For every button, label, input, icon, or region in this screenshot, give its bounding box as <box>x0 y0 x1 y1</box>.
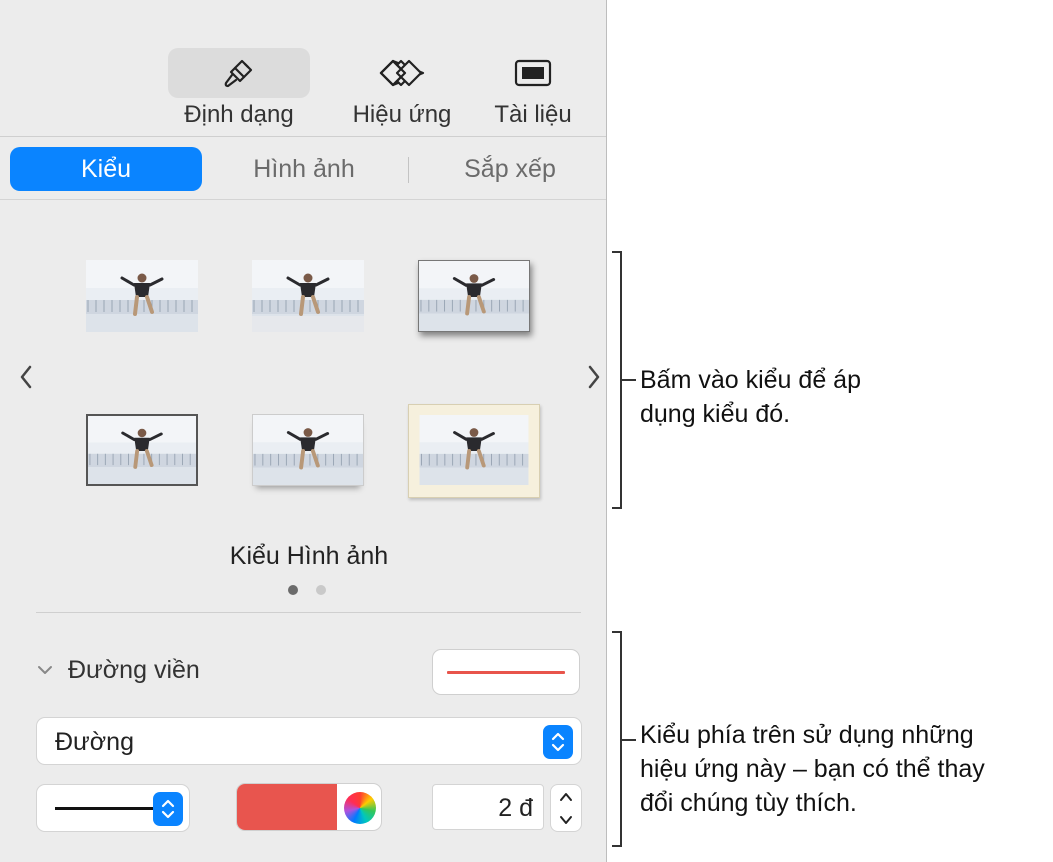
diamond-icon <box>340 48 464 98</box>
callout-bracket <box>612 251 622 509</box>
section-divider <box>0 199 606 200</box>
chevron-left-icon <box>20 365 32 389</box>
document-label: Tài liệu <box>494 101 572 128</box>
tab-style[interactable]: Kiểu <box>10 147 202 191</box>
callout-line: đổi chúng tùy thích. <box>640 789 857 817</box>
chevron-down-icon <box>38 666 52 674</box>
styles-title: Kiểu Hình ảnh <box>229 542 389 570</box>
updown-arrows-icon <box>543 725 573 759</box>
style-thumbnail[interactable] <box>418 260 530 332</box>
chevron-down-icon <box>560 816 572 824</box>
style-thumbnail[interactable] <box>86 260 198 332</box>
page-dot[interactable] <box>316 585 326 595</box>
line-style-select[interactable] <box>36 784 190 832</box>
format-sidebar: Định dạng Hiệu ứng Tài liệu Kiểu Hình ản… <box>0 0 607 862</box>
border-type-select[interactable]: Đường <box>36 717 582 765</box>
inspector-toolbar: Định dạng Hiệu ứng Tài liệu <box>0 0 606 137</box>
tab-image[interactable]: Hình ảnh <box>204 147 404 191</box>
format-label: Định dạng <box>184 101 294 128</box>
style-thumbnail[interactable] <box>252 414 364 486</box>
effects-button[interactable]: Hiệu ứng <box>340 48 464 134</box>
section-divider <box>36 612 581 613</box>
callout-leader <box>622 739 636 741</box>
border-label: Đường viền <box>68 655 200 684</box>
document-icon <box>480 48 586 98</box>
tab-arrange[interactable]: Sắp xếp <box>410 147 610 191</box>
chevron-up-icon <box>560 793 572 801</box>
page-dot-active[interactable] <box>288 585 298 595</box>
updown-arrows-icon <box>153 792 183 826</box>
callout-line: Bấm vào kiểu để áp <box>640 366 861 394</box>
callout-line: dụng kiểu đó. <box>640 400 791 428</box>
color-fill[interactable] <box>237 784 337 830</box>
previous-page-button[interactable] <box>14 360 38 394</box>
border-preview-line <box>447 671 565 674</box>
border-color-well[interactable] <box>236 783 382 831</box>
format-button[interactable]: Định dạng <box>168 48 310 134</box>
callout-line: Kiểu phía trên sử dụng những <box>640 721 974 749</box>
styles-callout: Bấm vào kiểu để áp dụng kiểu đó. <box>640 363 940 431</box>
tab-bar: Kiểu Hình ảnh Sắp xếp <box>10 147 596 191</box>
border-disclosure[interactable]: Đường viền <box>36 652 200 688</box>
border-type-value: Đường <box>55 728 134 756</box>
border-width-field[interactable]: 2 đ <box>432 784 544 830</box>
border-width-stepper[interactable] <box>550 784 582 832</box>
tab-separator <box>408 157 409 183</box>
callout-leader <box>622 379 636 381</box>
callout-line: hiệu ứng này – bạn có thể thay <box>640 755 985 783</box>
paintbrush-icon <box>168 48 310 98</box>
color-wheel-icon[interactable] <box>344 792 376 824</box>
line-style-preview <box>55 807 155 810</box>
callout-bracket <box>612 631 622 847</box>
effects-label: Hiệu ứng <box>352 101 452 128</box>
style-thumbnail[interactable] <box>408 404 540 498</box>
style-thumbnail[interactable] <box>252 260 364 332</box>
next-page-button[interactable] <box>582 360 606 394</box>
border-style-swatch[interactable] <box>432 649 580 695</box>
style-thumbnail[interactable] <box>86 414 198 486</box>
border-callout: Kiểu phía trên sử dụng những hiệu ứng nà… <box>640 718 1050 820</box>
decrement-button[interactable] <box>551 808 581 832</box>
document-button[interactable]: Tài liệu <box>480 48 586 134</box>
chevron-right-icon <box>588 365 600 389</box>
increment-button[interactable] <box>551 785 581 809</box>
